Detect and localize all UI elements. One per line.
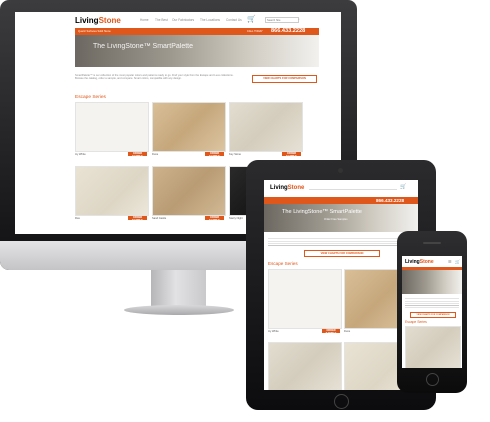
tablet-hero-sub: Order Free Samples: [324, 218, 348, 221]
phone-number[interactable]: 866.433.2228: [271, 28, 305, 34]
nav-best[interactable]: The Best: [155, 18, 168, 22]
cart-icon[interactable]: 🛒: [455, 259, 460, 264]
swatch-label: Icy White: [75, 153, 86, 156]
nav-locations[interactable]: The Locations: [200, 18, 220, 22]
phone-label: CALL TODAY: [247, 30, 263, 33]
logo-living: Living: [75, 16, 99, 25]
swatch-key-stone[interactable]: [229, 102, 303, 152]
phone-hero: [402, 270, 462, 294]
nav-fabricators[interactable]: Our Fabricators: [172, 18, 194, 22]
logo[interactable]: LivingStone: [75, 16, 121, 25]
logo-stone: Stone: [419, 259, 434, 265]
swatch-label: Starry Night: [229, 217, 243, 220]
compare-button[interactable]: VIEW CHARTS FOR COMPARISON: [252, 75, 317, 83]
tablet-hero-title: The LivingStone™ SmartPalette: [282, 209, 362, 215]
phone-series-title: Escape Series: [405, 320, 427, 324]
swatch-label: Flax: [75, 217, 80, 220]
swatch-label: Dune: [152, 153, 159, 156]
cart-icon[interactable]: 🛒: [247, 15, 256, 23]
monitor-stand: [151, 270, 206, 308]
tablet-phone-number[interactable]: 866.433.2228: [376, 198, 404, 203]
order-sample-button[interactable]: ORDER SAMPLE: [205, 216, 224, 222]
phone-home-button[interactable]: [426, 373, 439, 386]
swatch-label: Icy White: [268, 330, 279, 333]
order-sample-button[interactable]: ORDER SAMPLE: [128, 152, 147, 158]
hero-banner: [75, 35, 319, 67]
search-input[interactable]: [265, 17, 299, 23]
phone-compare-button[interactable]: VIEW CHARTS FOR COMPARISON: [410, 312, 456, 318]
orange-bar-label: Quartz Surfaces Solid Stone: [78, 30, 111, 33]
tablet-compare-button[interactable]: VIEW CHARTS FOR COMPARISON: [304, 250, 380, 257]
tablet-logo[interactable]: LivingStone: [270, 185, 304, 191]
order-sample-button[interactable]: ORDER SAMPLE: [282, 152, 301, 158]
phone-intro-text: [405, 297, 459, 309]
tablet-nav[interactable]: [309, 189, 397, 190]
order-sample-button[interactable]: ORDER SAMPLE: [322, 329, 340, 335]
intro-text: SmartPalette™ is our collection of the m…: [75, 74, 234, 81]
swatch-icy-white[interactable]: [75, 102, 149, 152]
tablet-intro-text: [268, 237, 414, 247]
series-title: Escape Series: [75, 95, 106, 100]
phone-screen: LivingStone ☰ 🛒 VIEW CHARTS FOR COMPARIS…: [402, 256, 462, 368]
tablet-series-title: Escape Series: [268, 261, 298, 266]
tablet-screen: LivingStone 🛒 866.433.2228 The LivingSto…: [264, 180, 418, 390]
phone-speaker: [423, 242, 441, 244]
swatch-dune[interactable]: [152, 102, 226, 152]
swatch-flax[interactable]: [75, 166, 149, 216]
phone-logo[interactable]: LivingStone: [405, 259, 434, 265]
swatch-label: Key Stone: [229, 153, 241, 156]
phone-device: LivingStone ☰ 🛒 VIEW CHARTS FOR COMPARIS…: [397, 231, 467, 393]
logo-stone: Stone: [287, 185, 305, 191]
cart-icon[interactable]: 🛒: [400, 184, 406, 190]
swatch-sand-castle[interactable]: [152, 166, 226, 216]
swatch-icy-white[interactable]: [268, 269, 342, 329]
menu-icon[interactable]: ☰: [448, 259, 452, 264]
nav-contact[interactable]: Contact Us: [226, 18, 242, 22]
monitor-stand-base: [124, 305, 234, 315]
swatch-label: Dune: [344, 330, 351, 333]
swatch-key-stone[interactable]: [405, 326, 461, 368]
swatch-key-stone[interactable]: [268, 342, 342, 390]
logo-living: Living: [270, 185, 288, 191]
hero-title: The LivingStone™ SmartPalette: [93, 43, 193, 50]
order-sample-button[interactable]: ORDER SAMPLE: [128, 216, 147, 222]
tablet-camera: [338, 168, 343, 173]
logo-living: Living: [405, 259, 420, 265]
tablet-home-button[interactable]: [334, 394, 349, 409]
search-icon[interactable]: ⌕: [298, 17, 300, 21]
order-sample-button[interactable]: ORDER SAMPLE: [205, 152, 224, 158]
swatch-label: Sand Castle: [152, 217, 167, 220]
logo-stone: Stone: [98, 16, 121, 25]
nav-home[interactable]: Home: [140, 18, 149, 22]
